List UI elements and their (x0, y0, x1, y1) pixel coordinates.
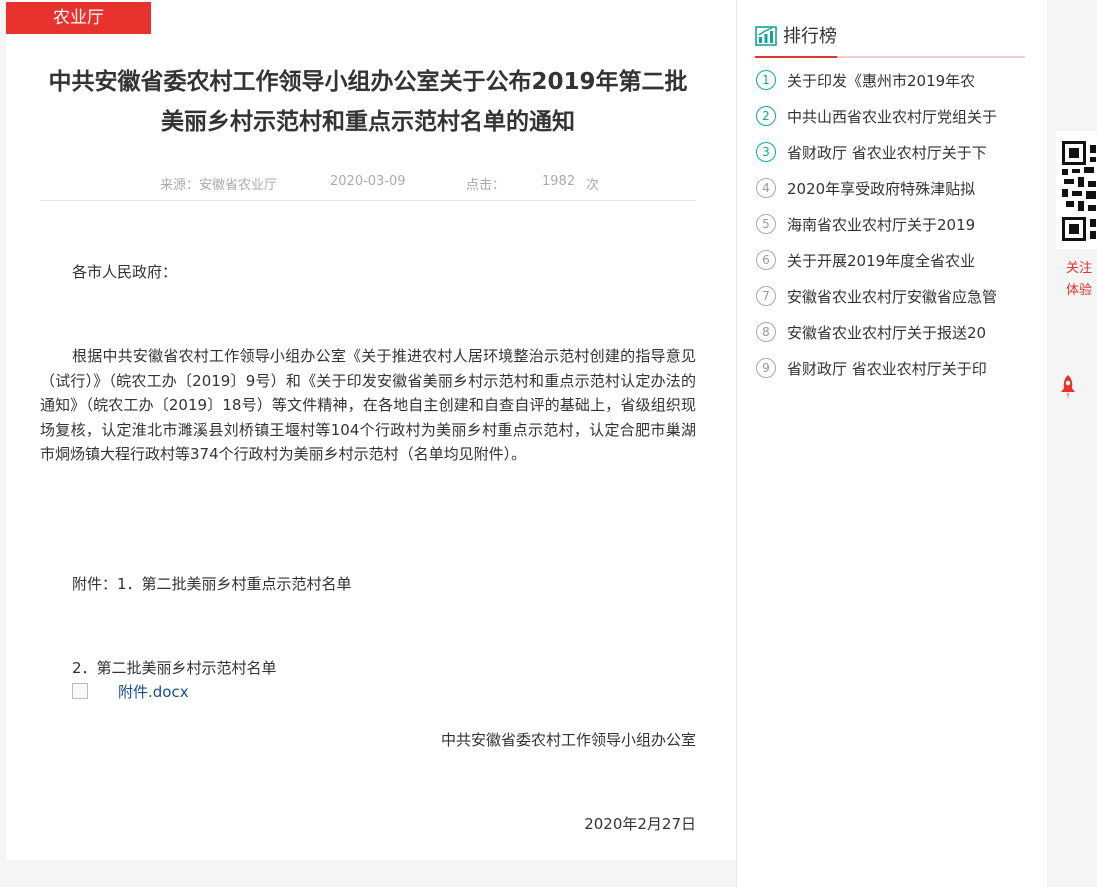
ranking-item-label: 2020年享受政府特殊津贴拟 (787, 180, 976, 198)
ranking-item-label: 中共山西省农业农村厅党组关于 (787, 108, 998, 126)
attachment-line-2: 2．第二批美丽乡村示范村名单 (72, 659, 277, 677)
ranking-item[interactable]: 3 省财政厅 省农业农村厅关于下 (755, 140, 997, 176)
meta-clicks-count: 1982 (542, 174, 576, 189)
image-placeholder-icon (72, 683, 88, 699)
attachment-link[interactable]: 附件.docx (72, 680, 189, 704)
meta-date: 2020-03-09 (330, 174, 406, 189)
page-title: 中共安徽省委农村工作领导小组办公室关于公布2019年第二批美丽乡村示范村和重点示… (48, 69, 688, 135)
ranking-item[interactable]: 2 中共山西省农业农村厅党组关于 (755, 104, 997, 140)
rank-number: 2 (756, 106, 776, 126)
rank-number: 5 (756, 214, 776, 234)
body-paragraph: 根据中共安徽省农村工作领导小组办公室《关于推进农村人居环境整治示范村创建的指导意… (40, 347, 696, 463)
qr-code-panel[interactable] (1056, 131, 1097, 249)
ranking-item[interactable]: 5 海南省农业农村厅关于2019 (755, 212, 997, 248)
rank-number: 3 (756, 142, 776, 162)
ranking-item[interactable]: 6 关于开展2019年度全省农业 (755, 248, 997, 284)
category-tag[interactable]: 农业厅 (6, 2, 151, 34)
ranking-item-label: 关于印发《惠州市2019年农 (787, 72, 976, 90)
attachment-line-1: 附件：1．第二批美丽乡村重点示范村名单 (72, 575, 352, 593)
ranking-item-label: 省财政厅 省农业农村厅关于印 (787, 360, 987, 378)
ranking-list: 1 关于印发《惠州市2019年农 2 中共山西省农业农村厅党组关于 3 省财政厅 省农… (755, 68, 997, 392)
main-content: 农业厅 中共安徽省委农村工作领导小组办公室关于公布2019年第二批美丽乡村示范村… (6, 0, 736, 860)
signature-org: 中共安徽省委农村工作领导小组办公室 (440, 731, 696, 749)
meta-source: 来源：安徽省农业厅 (160, 178, 278, 193)
signature-date: 2020年2月27日 (584, 815, 696, 833)
greeting-paragraph: 各市人民政府： (72, 263, 178, 281)
ranking-item[interactable]: 9 省财政厅 省农业农村厅关于印 (755, 356, 997, 392)
sidebar: 排行榜 1 关于印发《惠州市2019年农 2 中共山西省农业农村厅党组关于 3 省财政… (736, 0, 1047, 887)
attachment-link-label: 附件.docx (118, 683, 189, 701)
rank-number: 9 (756, 358, 776, 378)
qr-caption-line-1: 关注 (1066, 261, 1093, 276)
rank-number: 8 (756, 322, 776, 342)
ranking-item[interactable]: 4 2020年享受政府特殊津贴拟 (755, 176, 997, 212)
ranking-item[interactable]: 8 安徽省农业农村厅关于报送20 (755, 320, 997, 356)
ranking-header: 排行榜 (755, 24, 1025, 58)
rank-number: 4 (756, 178, 776, 198)
article-meta: 来源：安徽省农业厅 2020-03-09 点击： 1982 次 (40, 168, 696, 201)
rank-number: 7 (756, 286, 776, 306)
ranking-item-label: 安徽省农业农村厅安徽省应急管 (787, 288, 998, 306)
ranking-title: 排行榜 (783, 26, 837, 47)
ranking-item-label: 海南省农业农村厅关于2019 (787, 216, 976, 234)
ranking-item[interactable]: 7 安徽省农业农村厅安徽省应急管 (755, 284, 997, 320)
ranking-item-label: 省财政厅 省农业农村厅关于下 (787, 144, 987, 162)
bar-chart-icon (755, 26, 777, 46)
ranking-item-label: 安徽省农业农村厅关于报送20 (787, 324, 987, 342)
qr-code-icon (1062, 141, 1096, 241)
rank-number: 1 (756, 70, 776, 90)
ranking-item-label: 关于开展2019年度全省农业 (787, 252, 976, 270)
meta-clicks-unit: 次 (586, 178, 600, 193)
rank-number: 6 (756, 250, 776, 270)
qr-caption: 关注 体验 (1066, 258, 1092, 302)
rocket-icon[interactable] (1059, 374, 1077, 400)
ranking-item[interactable]: 1 关于印发《惠州市2019年农 (755, 68, 997, 104)
meta-clicks-label: 点击： (466, 178, 506, 193)
qr-caption-line-2: 体验 (1066, 283, 1093, 298)
